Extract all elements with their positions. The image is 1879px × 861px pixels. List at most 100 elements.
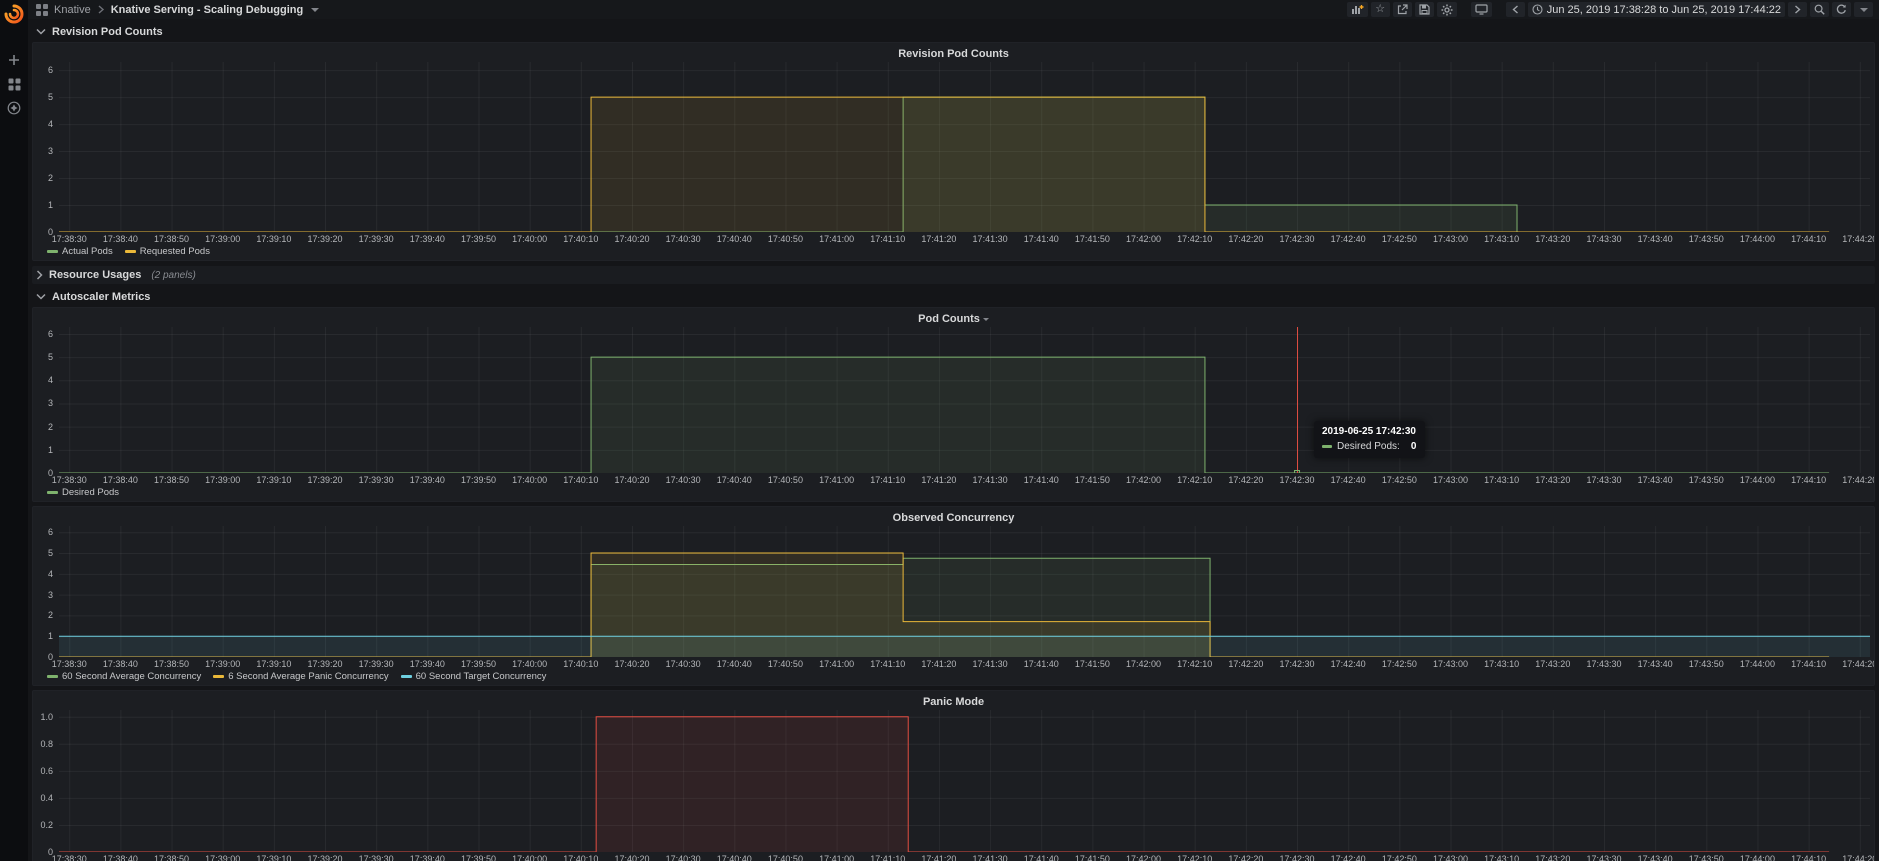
x-tick-label: 17:44:10 xyxy=(1791,234,1827,244)
x-tick-label: 17:39:50 xyxy=(460,475,497,485)
refresh-button[interactable] xyxy=(1832,2,1851,17)
save-button[interactable] xyxy=(1414,2,1434,17)
y-tick-label: 0.4 xyxy=(40,792,53,803)
y-tick-label: 3 xyxy=(47,146,53,157)
monitor-icon xyxy=(1475,4,1488,15)
legend-item[interactable]: 60 Second Average Concurrency xyxy=(47,671,201,682)
settings-button[interactable] xyxy=(1436,2,1457,17)
chart-canvas[interactable] xyxy=(59,710,1870,852)
x-tick-label: 17:38:30 xyxy=(51,234,87,244)
star-button[interactable]: ☆ xyxy=(1370,2,1390,17)
legend-series-swatch xyxy=(213,675,225,678)
x-tick-label: 17:38:40 xyxy=(102,854,138,861)
x-tick-label: 17:44:00 xyxy=(1739,659,1775,669)
share-button[interactable] xyxy=(1392,2,1412,17)
x-tick-label: 17:43:40 xyxy=(1637,234,1673,244)
chart-canvas[interactable] xyxy=(59,327,1870,473)
y-tick-label: 6 xyxy=(47,328,53,339)
x-tick-label: 17:41:00 xyxy=(819,234,855,244)
x-tick-label: 17:41:10 xyxy=(870,854,906,861)
grafana-logo-icon[interactable] xyxy=(4,4,24,24)
x-tick-label: 17:44:20 xyxy=(1842,475,1874,485)
x-tick-label: 17:40:20 xyxy=(614,234,650,244)
share-icon xyxy=(1397,4,1408,15)
chevron-right-icon xyxy=(36,270,43,280)
panel-menu-caret-icon[interactable] xyxy=(982,318,989,321)
refresh-icon xyxy=(1836,4,1846,14)
x-tick-label: 17:42:00 xyxy=(1126,475,1162,485)
gear-icon xyxy=(1441,4,1453,15)
legend-item[interactable]: Requested Pods xyxy=(124,246,210,257)
x-tick-label: 17:42:40 xyxy=(1330,234,1366,244)
zoom-out-button[interactable] xyxy=(1810,2,1829,17)
series-area xyxy=(59,357,1830,473)
top-navbar: Knative Knative Serving - Scaling Debugg… xyxy=(28,0,1879,19)
x-tick-label: 17:39:10 xyxy=(256,854,292,861)
panel-title[interactable]: Pod Counts xyxy=(33,310,1874,327)
x-tick-label: 17:39:00 xyxy=(205,659,241,669)
chart-canvas[interactable] xyxy=(59,62,1870,232)
dashboards-icon[interactable] xyxy=(0,72,28,96)
dashboard-title-caret-icon[interactable] xyxy=(311,7,320,12)
panel-title[interactable]: Revision Pod Counts xyxy=(33,45,1874,62)
series-area xyxy=(59,97,1830,232)
legend-item[interactable]: Actual Pods xyxy=(47,246,113,257)
chevron-right-icon xyxy=(97,5,105,14)
explore-icon[interactable] xyxy=(0,96,28,120)
x-tick-label: 17:40:30 xyxy=(665,234,701,244)
panel-title[interactable]: Observed Concurrency xyxy=(33,509,1874,526)
x-tick-label: 17:39:40 xyxy=(409,659,445,669)
row-title: Autoscaler Metrics xyxy=(52,290,151,303)
y-tick-label: 2 xyxy=(47,173,53,184)
time-forward-button[interactable] xyxy=(1788,2,1807,17)
x-tick-label: 17:40:10 xyxy=(563,234,599,244)
x-tick-label: 17:42:50 xyxy=(1381,475,1417,485)
clock-icon xyxy=(1532,4,1543,15)
time-backward-button[interactable] xyxy=(1505,2,1525,17)
create-plus-icon[interactable] xyxy=(0,48,28,72)
legend-item[interactable]: 60 Second Target Concurrency xyxy=(400,671,546,682)
legend: 60 Second Average Concurrency 6 Second Av… xyxy=(33,670,1874,683)
time-range-picker[interactable]: Jun 25, 2019 17:38:28 to Jun 25, 2019 17… xyxy=(1527,2,1785,17)
breadcrumb: Knative Knative Serving - Scaling Debugg… xyxy=(36,3,320,16)
cycle-view-mode-button[interactable] xyxy=(1470,2,1492,17)
x-tick-label: 17:42:10 xyxy=(1177,475,1213,485)
y-tick-label: 4 xyxy=(47,375,53,386)
y-tick-label: 6 xyxy=(47,65,53,76)
x-tick-label: 17:42:00 xyxy=(1126,659,1162,669)
y-tick-label: 0.6 xyxy=(40,765,53,776)
x-tick-label: 17:39:20 xyxy=(307,854,343,861)
x-tick-label: 17:40:30 xyxy=(665,854,701,861)
legend-item[interactable]: Desired Pods xyxy=(47,487,119,498)
panel-title[interactable]: Panic Mode xyxy=(33,693,1874,710)
chart-canvas[interactable] xyxy=(59,526,1870,657)
x-tick-label: 17:43:00 xyxy=(1432,475,1469,485)
x-tick-label: 17:42:00 xyxy=(1126,234,1162,244)
x-tick-label: 17:38:30 xyxy=(51,854,87,861)
dashboards-grid-icon[interactable] xyxy=(36,3,48,16)
legend-series-swatch xyxy=(47,491,58,494)
dashboard-title[interactable]: Knative Serving - Scaling Debugging xyxy=(111,4,304,16)
row-header-revision-pod-counts[interactable]: Revision Pod Counts xyxy=(32,23,1875,40)
row-header-resource-usages[interactable]: Resource Usages (2 panels) xyxy=(32,266,1875,284)
x-tick-label: 17:43:50 xyxy=(1688,475,1724,485)
grafana-app: Knative Knative Serving - Scaling Debugg… xyxy=(0,0,1879,861)
x-tick-label: 17:40:00 xyxy=(512,475,548,485)
legend-series-label: Actual Pods xyxy=(62,246,113,257)
x-tick-label: 17:39:30 xyxy=(358,854,394,861)
y-tick-label: 5 xyxy=(47,352,53,363)
x-tick-label: 17:42:30 xyxy=(1279,475,1315,485)
refresh-interval-button[interactable] xyxy=(1854,2,1873,17)
time-range-label: Jun 25, 2019 17:38:28 to Jun 25, 2019 17… xyxy=(1546,3,1781,16)
breadcrumb-folder[interactable]: Knative xyxy=(54,4,91,16)
add-panel-button[interactable] xyxy=(1346,2,1368,17)
legend-series-label: Requested Pods xyxy=(139,246,210,257)
y-tick-label: 5 xyxy=(47,92,53,103)
x-tick-label: 17:41:20 xyxy=(921,234,957,244)
chevron-right-icon xyxy=(1795,5,1801,14)
x-tick-label: 17:39:20 xyxy=(307,659,343,669)
legend-item[interactable]: 6 Second Average Panic Concurrency xyxy=(213,671,389,682)
y-tick-label: 1.0 xyxy=(40,711,53,722)
x-tick-label: 17:43:00 xyxy=(1432,854,1469,861)
row-header-autoscaler-metrics[interactable]: Autoscaler Metrics xyxy=(32,288,1875,305)
